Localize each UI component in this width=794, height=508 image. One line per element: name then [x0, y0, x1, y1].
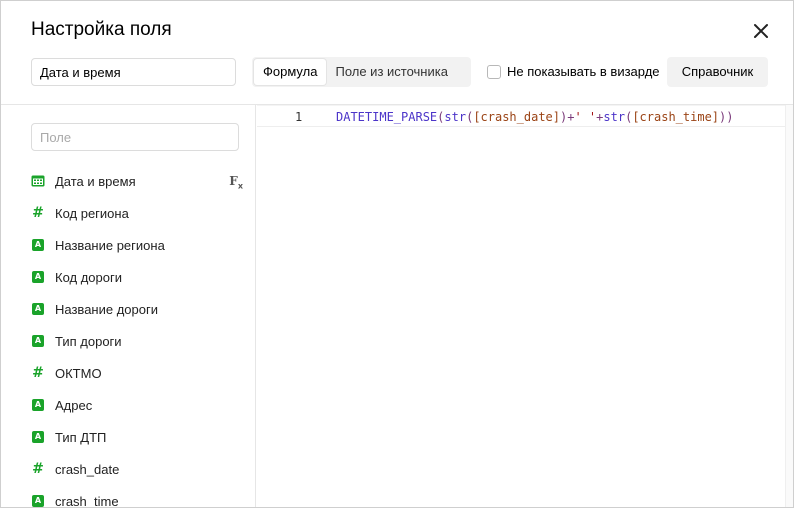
field-list-item[interactable]: Дата и время Fx — [31, 165, 243, 197]
field-label: Тип ДТП — [55, 429, 107, 445]
field-list-item[interactable]: A Адрес — [31, 389, 243, 421]
field-label: Название дороги — [55, 301, 158, 317]
field-label: Адрес — [55, 397, 93, 413]
string-icon: A — [31, 238, 45, 252]
string-icon: A — [31, 398, 45, 412]
code-token: ' ' — [574, 110, 597, 124]
hash-icon: # — [31, 206, 45, 220]
calendar-icon — [31, 174, 45, 188]
formula-icon-letter: F — [229, 174, 238, 188]
field-label: ОКТМО — [55, 365, 102, 381]
hash-glyph: # — [32, 461, 44, 477]
field-list-item[interactable]: A Код дороги — [31, 261, 243, 293]
string-glyph: A — [32, 335, 44, 347]
code-token: )) — [719, 110, 734, 124]
string-icon: A — [31, 270, 45, 284]
field-list-item[interactable]: # crash_date — [31, 453, 243, 485]
code-token: [crash_date] — [473, 110, 561, 124]
string-icon: A — [31, 302, 45, 316]
field-label: crash_time — [55, 493, 119, 508]
code-token: str — [603, 110, 626, 124]
field-list-item[interactable]: Acrash_time — [31, 485, 243, 508]
string-icon: A — [31, 430, 45, 444]
code-token: str — [444, 110, 467, 124]
field-list-item[interactable]: A Название региона — [31, 229, 243, 261]
hide-in-wizard-label: Не показывать в визарде — [507, 64, 660, 79]
code-token: [crash_time] — [632, 110, 720, 124]
field-label: Код дороги — [55, 269, 122, 285]
string-glyph: A — [32, 495, 44, 507]
string-glyph: A — [32, 271, 44, 283]
field-label: crash_date — [55, 461, 120, 477]
hash-glyph: # — [32, 205, 44, 221]
code-token: DATETIME_PARSE — [336, 110, 438, 124]
field-settings-dialog: Настройка поля Формула Поле из источника… — [0, 0, 794, 508]
field-list-item[interactable]: # Код региона — [31, 197, 243, 229]
dialog-title: Настройка поля — [31, 19, 172, 40]
field-label: Код региона — [55, 205, 129, 221]
string-icon: A — [31, 334, 45, 348]
string-glyph: A — [32, 239, 44, 251]
reference-button[interactable]: Справочник — [667, 57, 768, 87]
formula-code[interactable]: DATETIME_PARSE(str([crash_date])+' '+str… — [336, 110, 733, 124]
field-label: Дата и время — [55, 173, 136, 189]
close-button[interactable] — [749, 19, 773, 43]
close-icon — [754, 24, 768, 38]
field-list-item[interactable]: A Тип ДТП — [31, 421, 243, 453]
field-list: Дата и время Fx # Код региона A Название реги… — [31, 165, 243, 508]
editor-scrollbar[interactable] — [785, 105, 793, 507]
field-list-item[interactable]: # ОКТМО — [31, 357, 243, 389]
field-list-item[interactable]: A Название дороги — [31, 293, 243, 325]
field-list-item[interactable]: A Тип дороги — [31, 325, 243, 357]
fields-sidebar: Дата и время Fx # Код региона A Название реги… — [1, 105, 256, 508]
code-line: 1 DATETIME_PARSE(str([crash_date])+' '+s… — [257, 105, 785, 127]
field-label: Тип дороги — [55, 333, 122, 349]
checkbox-icon[interactable] — [487, 64, 501, 79]
line-number: 1 — [295, 110, 303, 124]
hash-glyph: # — [32, 365, 44, 381]
string-glyph: A — [32, 303, 44, 315]
field-label: Название региона — [55, 237, 165, 253]
hash-icon: # — [31, 366, 45, 380]
hash-icon: # — [31, 462, 45, 476]
tab-source-field[interactable]: Поле из источника — [326, 59, 456, 85]
tab-formula[interactable]: Формула — [254, 59, 327, 85]
mode-switch: Формула Поле из источника — [252, 57, 471, 87]
string-glyph: A — [32, 399, 44, 411]
string-glyph: A — [32, 431, 44, 443]
hide-in-wizard-checkbox[interactable]: Не показывать в визарде — [487, 64, 660, 79]
field-name-input[interactable] — [31, 58, 236, 86]
formula-icon: Fx — [229, 174, 243, 191]
string-icon: A — [31, 494, 45, 507]
formula-editor[interactable]: 1 DATETIME_PARSE(str([crash_date])+' '+s… — [257, 105, 785, 507]
field-search-input[interactable] — [31, 123, 239, 151]
